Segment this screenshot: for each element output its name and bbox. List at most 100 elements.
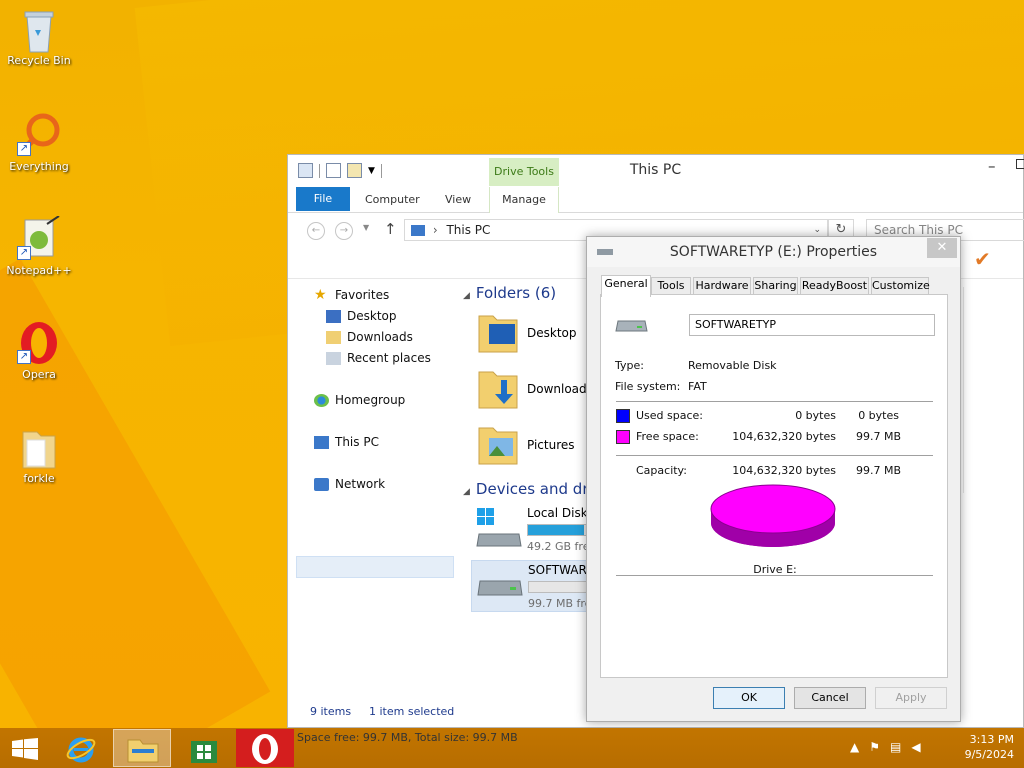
desktop-icon-notepadpp[interactable]: ↗ Notepad++ <box>0 215 78 277</box>
divider <box>616 455 933 456</box>
drive-usage-fill <box>528 525 584 535</box>
free-space-short: 99.7 MB <box>856 430 902 443</box>
collapse-triangle-icon: ◢ <box>463 291 470 301</box>
recent-places-icon <box>326 351 341 365</box>
navigation-pane: ★ Favorites Desktop Downloads Recent plac… <box>288 280 458 700</box>
tab-general[interactable]: General <box>601 275 651 297</box>
volume-name-input[interactable]: SOFTWARETYP <box>689 314 935 336</box>
network-icon <box>314 477 329 491</box>
tab-hardware[interactable]: Hardware <box>693 277 751 295</box>
nav-recent-places[interactable]: Recent places <box>326 351 431 365</box>
taskbar-store[interactable] <box>175 729 233 767</box>
desktop-icon-everything[interactable]: ↗ Everything <box>0 112 78 173</box>
start-button[interactable] <box>0 729 58 767</box>
tab-manage[interactable]: Manage <box>489 187 559 213</box>
group-header-folders[interactable]: ◢ Folders (6) <box>463 284 556 302</box>
windows-logo-icon <box>12 738 38 760</box>
this-pc-icon <box>411 225 425 236</box>
status-item-count: 9 items <box>310 705 352 718</box>
status-bar: 9 items 1 item selected <box>288 703 588 723</box>
drive-item-softwaretyp[interactable]: SOFTWARE 99.7 MB free <box>471 560 587 612</box>
maximize-icon[interactable] <box>1016 159 1024 169</box>
divider <box>616 575 933 576</box>
notepadpp-icon: ↗ <box>17 215 61 260</box>
search-placeholder: Search This PC <box>874 223 963 237</box>
free-space-label: Free space: <box>636 430 699 443</box>
file-system-label: File system: <box>615 380 681 393</box>
divider <box>616 401 933 402</box>
file-system-value: FAT <box>688 380 707 393</box>
shortcut-arrow-icon: ↗ <box>17 350 31 364</box>
status-selected-count: 1 item selected <box>369 705 455 718</box>
desktop-icon-recycle-bin[interactable]: Recycle Bin <box>0 6 78 67</box>
ribbon-tabs: File Computer View Manage <box>288 187 1023 213</box>
used-space-short: 0 bytes <box>858 409 899 422</box>
used-space-bytes: 0 bytes <box>795 409 836 422</box>
taskbar-internet-explorer[interactable] <box>52 729 110 767</box>
dialog-titlebar: SOFTWARETYP (E:) Properties ✕ <box>587 237 960 267</box>
drive-item-local-disk[interactable]: Local Disk ( 49.2 GB free <box>471 504 587 556</box>
shortcut-arrow-icon: ↗ <box>17 246 31 260</box>
folder-item-downloads[interactable]: Downloads <box>477 366 587 416</box>
ok-button[interactable]: OK <box>713 687 785 709</box>
minimize-icon[interactable]: – <box>988 157 996 175</box>
taskbar-file-explorer[interactable] <box>113 729 171 767</box>
store-icon <box>191 741 217 763</box>
recent-locations-icon[interactable]: ▼ <box>363 223 369 232</box>
collapse-triangle-icon: ◢ <box>463 487 470 497</box>
desktop-icon-forkle[interactable]: forkle <box>0 424 78 485</box>
up-arrow-icon[interactable]: ↑ <box>384 220 397 238</box>
tab-readyboost[interactable]: ReadyBoost <box>800 277 869 295</box>
nav-downloads[interactable]: Downloads <box>326 330 413 344</box>
opera-icon <box>252 734 278 764</box>
forward-icon[interactable]: → <box>335 222 353 240</box>
this-pc-icon <box>314 435 329 449</box>
homegroup-icon <box>314 393 329 407</box>
internet-explorer-icon <box>66 737 96 763</box>
capacity-label: Capacity: <box>636 464 687 477</box>
nav-favorites[interactable]: ★ Favorites <box>314 288 389 303</box>
window-title: This PC <box>629 162 682 178</box>
capacity-short: 99.7 MB <box>856 464 902 477</box>
folder-item-desktop[interactable]: Desktop <box>477 310 587 360</box>
explorer-space-status: Space free: 99.7 MB, Total size: 99.7 MB <box>297 731 518 744</box>
everything-magnifier-icon: ↗ <box>17 112 61 156</box>
apply-button[interactable]: Apply <box>875 687 947 709</box>
folder-icon <box>17 424 61 469</box>
used-space-label: Used space: <box>636 409 704 422</box>
back-icon[interactable]: ← <box>307 222 325 240</box>
tab-computer[interactable]: Computer <box>365 193 420 206</box>
downloads-icon <box>326 330 341 344</box>
type-value: Removable Disk <box>688 359 777 372</box>
general-tab-panel: SOFTWARETYP Type: Removable Disk File sy… <box>600 294 948 678</box>
group-header-devices[interactable]: ◢Devices and drives <box>463 480 587 498</box>
breadcrumb-arrow-icon: › <box>432 223 438 237</box>
cancel-button[interactable]: Cancel <box>794 687 866 709</box>
taskbar-opera[interactable] <box>236 729 294 767</box>
clock-date: 9/5/2024 <box>964 748 1014 761</box>
nav-homegroup[interactable]: Homegroup <box>314 393 405 407</box>
desktop-icon <box>326 309 341 323</box>
nav-this-pc[interactable]: This PC <box>314 435 379 449</box>
tab-customize[interactable]: Customize <box>871 277 930 295</box>
clock[interactable]: 3:13 PM 9/5/2024 <box>965 732 1014 762</box>
used-space-swatch <box>616 409 630 423</box>
details-pane: ✔ <box>963 247 1024 493</box>
recycle-bin-icon <box>17 6 61 53</box>
free-space-swatch <box>616 430 630 444</box>
nav-network[interactable]: Network <box>314 477 385 491</box>
tab-tools[interactable]: Tools <box>651 277 691 295</box>
free-space-bytes: 104,632,320 bytes <box>732 430 836 443</box>
nav-desktop[interactable]: Desktop <box>326 309 397 323</box>
tab-sharing[interactable]: Sharing <box>753 277 798 295</box>
desktop-icon-opera[interactable]: ↗ Opera <box>0 320 78 381</box>
breadcrumb-this-pc[interactable]: This PC <box>446 223 490 237</box>
tab-view[interactable]: View <box>445 193 471 206</box>
close-icon[interactable]: ✕ <box>927 238 957 258</box>
tab-file[interactable]: File <box>296 187 350 211</box>
content-pane: ◢ Folders (6) Desktop Downloads Pictures … <box>463 280 587 700</box>
checkmark-icon[interactable]: ✔ <box>974 247 991 271</box>
desktop-icon-label: Recycle Bin <box>7 54 71 67</box>
shortcut-arrow-icon: ↗ <box>17 142 31 156</box>
folder-item-pictures[interactable]: Pictures <box>477 422 587 472</box>
